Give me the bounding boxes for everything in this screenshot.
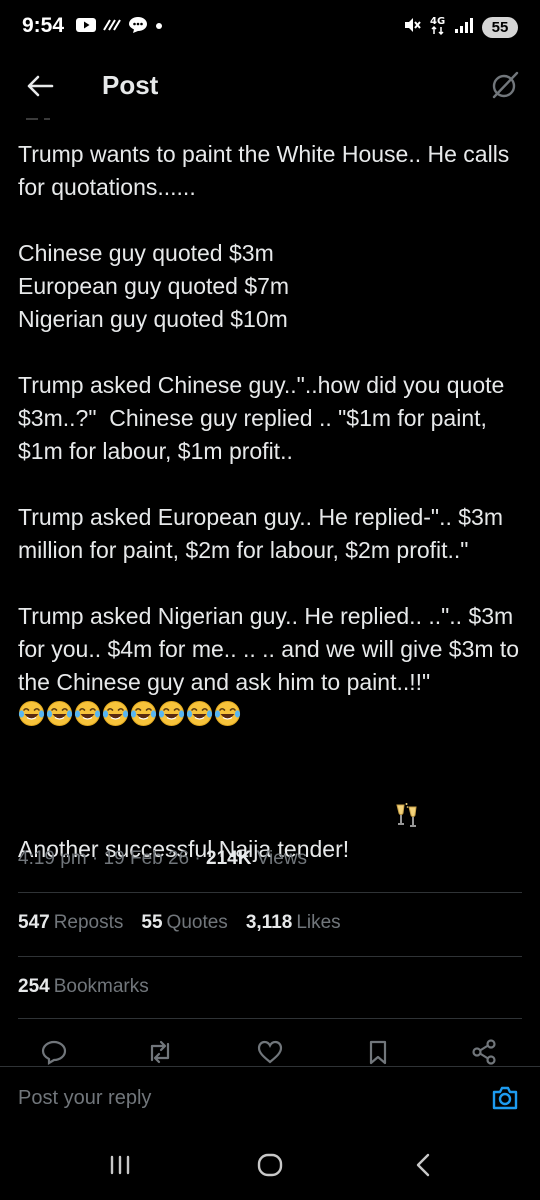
svg-text:4G: 4G — [430, 16, 445, 27]
likes-stat[interactable]: 3,118 Likes — [246, 912, 341, 934]
youtube-icon — [76, 17, 96, 38]
views-count[interactable]: 214K — [206, 848, 251, 869]
tweet-paragraph: Trump asked Chinese guy.."..how did you … — [18, 372, 511, 464]
recents-icon[interactable] — [105, 1150, 135, 1180]
bookmarks-count: 254 — [18, 976, 50, 997]
back-icon[interactable] — [408, 1150, 438, 1180]
mute-icon — [402, 15, 422, 40]
battery-indicator: 55 — [482, 16, 518, 38]
post-header: Post — [0, 56, 540, 116]
page-title: Post — [102, 70, 159, 100]
reply-input[interactable]: Post your reply — [18, 1087, 151, 1110]
reply-bar: Post your reply — [0, 1066, 540, 1133]
tweet-paragraph: Chinese guy quoted $3m European guy quot… — [18, 240, 290, 332]
bookmark-icon[interactable] — [364, 1038, 392, 1066]
dot-icon — [154, 18, 164, 36]
bookmarks-stat[interactable]: 254 Bookmarks — [18, 976, 149, 998]
divider — [18, 956, 522, 957]
status-bar: 9:54 4G 55 — [0, 0, 540, 56]
4g-icon: 4G — [430, 14, 446, 41]
likes-label: Likes — [296, 912, 341, 933]
clinking-glasses-icon — [356, 769, 420, 870]
system-nav-bar — [0, 1132, 540, 1200]
scroll-remnant — [24, 114, 64, 120]
tears-of-joy-icon — [158, 700, 185, 736]
camera-icon[interactable] — [490, 1083, 520, 1113]
like-icon[interactable] — [256, 1038, 284, 1066]
signal-waves-icon — [102, 18, 122, 37]
tears-of-joy-icon — [74, 700, 101, 736]
engagement-stats: 547 Reposts 55 Quotes 3,118 Likes — [18, 912, 341, 934]
status-left-icons — [76, 16, 164, 39]
views-label: Views — [251, 848, 308, 869]
tweet-paragraph: Trump asked European guy.. He replied-".… — [18, 504, 510, 563]
status-right-icons: 4G 55 — [402, 15, 518, 39]
tears-of-joy-icon — [130, 700, 157, 736]
tears-of-joy-icon — [18, 700, 45, 736]
repost-icon[interactable] — [146, 1038, 174, 1066]
back-button[interactable] — [22, 68, 58, 104]
arrow-left-icon — [27, 75, 54, 97]
tears-of-joy-icon — [186, 700, 213, 736]
quotes-count: 55 — [141, 912, 163, 933]
divider — [18, 892, 522, 893]
reposts-label: Reposts — [53, 912, 124, 933]
divider — [18, 1018, 522, 1019]
post-date: 19 Feb 26 — [103, 848, 190, 869]
meta-separator: · — [86, 848, 104, 869]
post-time: 4:19 pm — [18, 848, 87, 869]
reply-icon[interactable] — [40, 1038, 68, 1066]
meta-separator: · — [189, 848, 207, 869]
quotes-label: Quotes — [166, 912, 228, 933]
tweet-paragraph-text: Trump asked Nigerian guy.. He replied.. … — [18, 603, 526, 695]
bookmarks-label: Bookmarks — [53, 976, 149, 997]
status-time: 9:54 — [22, 14, 65, 37]
home-icon[interactable] — [255, 1150, 285, 1180]
reposts-stat[interactable]: 547 Reposts — [18, 912, 123, 934]
tweet-text: Trump wants to paint the White House.. H… — [18, 138, 528, 903]
chat-bubble-icon — [128, 16, 148, 39]
tears-of-joy-icon — [46, 700, 73, 736]
grok-icon — [492, 71, 519, 99]
signal-bars-icon — [454, 16, 474, 39]
share-icon[interactable] — [470, 1038, 498, 1066]
grok-button[interactable] — [488, 68, 522, 102]
reposts-count: 547 — [18, 912, 50, 933]
likes-count: 3,118 — [245, 912, 293, 933]
laugh-emoji-row — [18, 700, 241, 736]
tweet-paragraph: Trump wants to paint the White House.. H… — [18, 141, 516, 200]
quotes-stat[interactable]: 55 Quotes — [141, 912, 227, 934]
tweet-paragraph-with-emoji: Trump asked Nigerian guy.. He replied.. … — [18, 600, 528, 736]
post-meta: 4:19 pm · 19 Feb 26 · 214K Views — [18, 848, 307, 870]
tears-of-joy-icon — [214, 700, 241, 736]
action-bar — [0, 1036, 540, 1066]
tears-of-joy-icon — [102, 700, 129, 736]
